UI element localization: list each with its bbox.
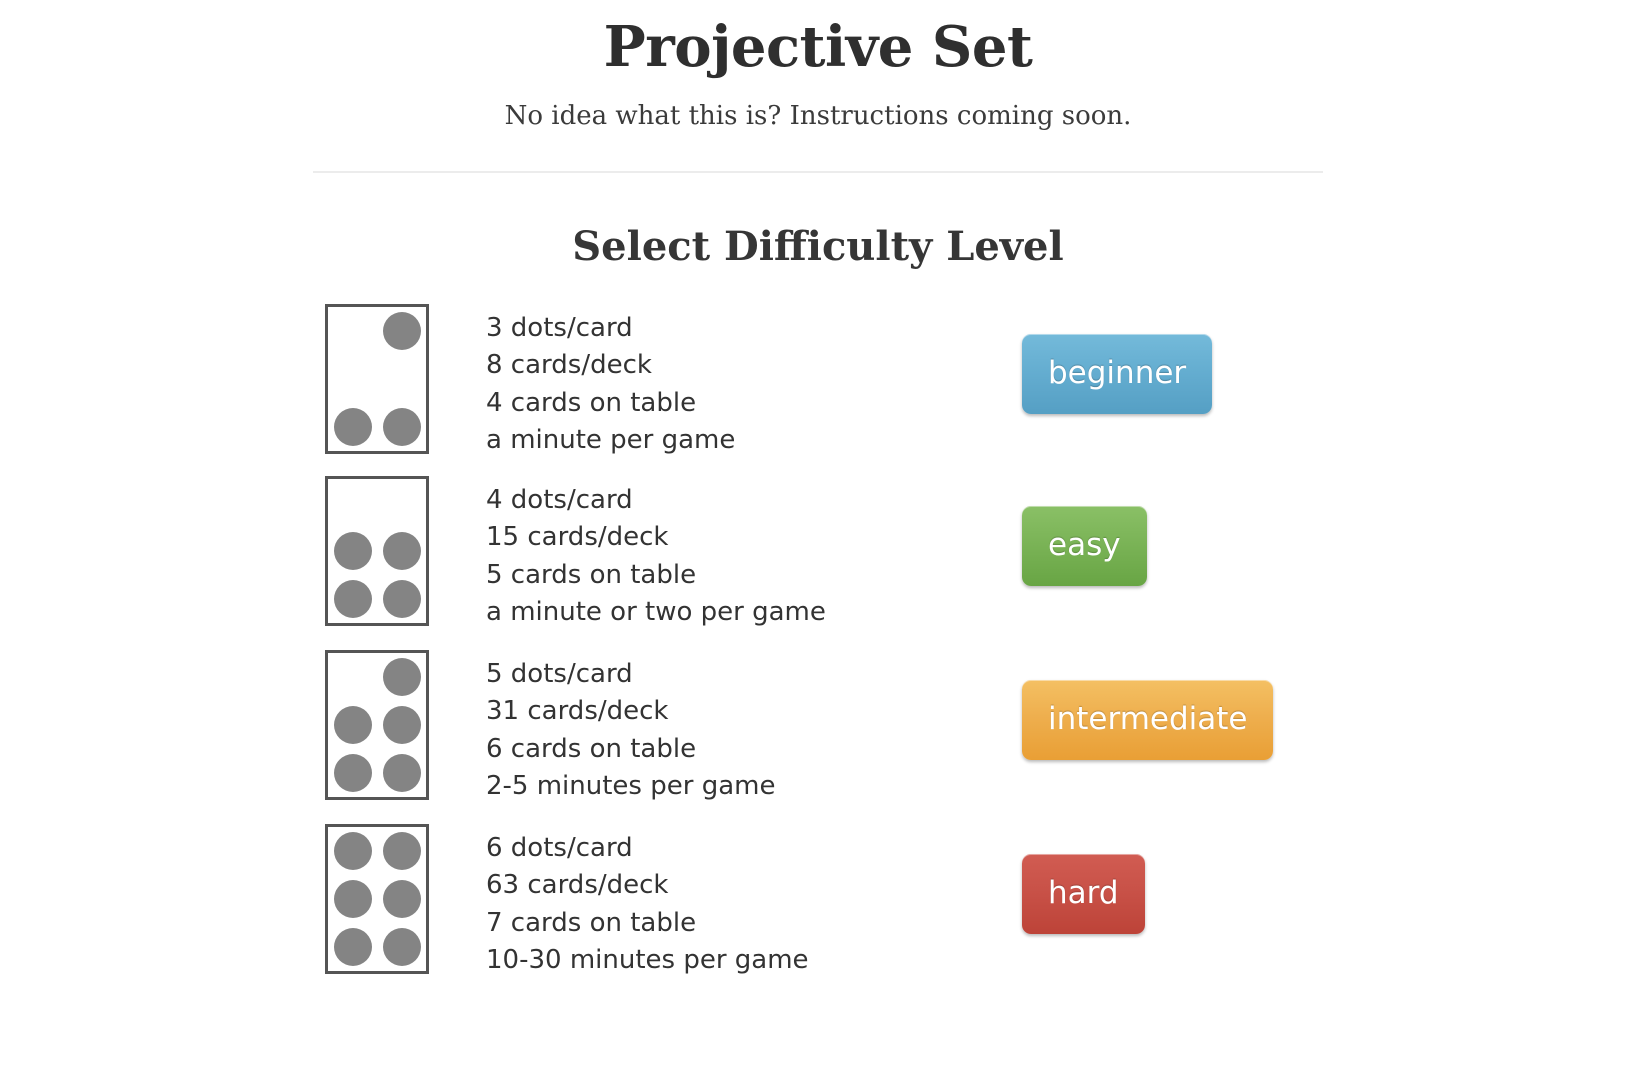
dot-cell [333, 879, 372, 918]
difficulty-description-hard: 6 dots/card 63 cards/deck 7 cards on tab… [486, 832, 809, 976]
difficulty-button-hard[interactable]: hard [1022, 853, 1145, 934]
difficulty-button-beginner[interactable]: beginner [1022, 333, 1213, 414]
difficulty-button-cell: beginner [956, 304, 1323, 414]
dot-card-beginner [325, 303, 429, 454]
dot-grid [328, 479, 426, 623]
difficulty-button-cell: intermediate [956, 650, 1323, 760]
dot-card-easy [325, 475, 429, 626]
dot-cell [334, 312, 372, 350]
page-title: Projective Set [603, 14, 1033, 80]
dot-grid [328, 307, 426, 451]
dot-cell [333, 407, 372, 446]
dot-grid [328, 653, 426, 797]
difficulty-row-hard: 6 dots/card 63 cards/deck 7 cards on tab… [313, 823, 1323, 998]
page-header: Projective Set No idea what this is? Ins… [313, 0, 1323, 131]
dot-cell [382, 407, 421, 446]
difficulty-description-beginner: 3 dots/card 8 cards/deck 4 cards on tabl… [486, 312, 736, 456]
dot-cell [382, 831, 421, 870]
dot-cell [382, 579, 421, 618]
dot-cell [383, 484, 421, 522]
dot-cell [334, 484, 372, 522]
difficulty-row-easy: 4 dots/card 15 cards/deck 5 cards on tab… [313, 475, 1323, 650]
dot-cell [382, 311, 421, 350]
difficulty-button-cell: hard [956, 824, 1323, 934]
dot-card-hard [325, 823, 429, 974]
difficulty-row-intermediate: 5 dots/card 31 cards/deck 6 cards on tab… [313, 649, 1323, 824]
difficulty-description-intermediate: 5 dots/card 31 cards/deck 6 cards on tab… [486, 658, 776, 802]
difficulty-row-beginner: 3 dots/card 8 cards/deck 4 cards on tabl… [313, 303, 1323, 476]
dot-card-intermediate [325, 649, 429, 800]
dot-cell [383, 360, 421, 398]
dot-cell [382, 879, 421, 918]
dot-cell [333, 927, 372, 966]
dot-cell [382, 657, 421, 696]
dot-grid [328, 827, 426, 971]
dot-cell [334, 658, 372, 696]
dot-cell [334, 360, 372, 398]
difficulty-button-intermediate[interactable]: intermediate [1022, 679, 1274, 760]
dot-cell [382, 705, 421, 744]
dot-cell [333, 531, 372, 570]
difficulty-level-list: 3 dots/card 8 cards/deck 4 cards on tabl… [313, 270, 1323, 998]
section-title: Select Difficulty Level [572, 222, 1064, 270]
dot-cell [333, 705, 372, 744]
dot-cell [333, 753, 372, 792]
app-root: Projective Set No idea what this is? Ins… [0, 0, 1636, 1080]
dot-cell [333, 579, 372, 618]
dot-cell [382, 531, 421, 570]
dot-cell [382, 927, 421, 966]
difficulty-button-cell: easy [956, 476, 1323, 586]
difficulty-button-easy[interactable]: easy [1022, 505, 1147, 586]
page-subtitle: No idea what this is? Instructions comin… [504, 100, 1132, 131]
difficulty-description-easy: 4 dots/card 15 cards/deck 5 cards on tab… [486, 484, 826, 628]
dot-cell [382, 753, 421, 792]
dot-cell [333, 831, 372, 870]
